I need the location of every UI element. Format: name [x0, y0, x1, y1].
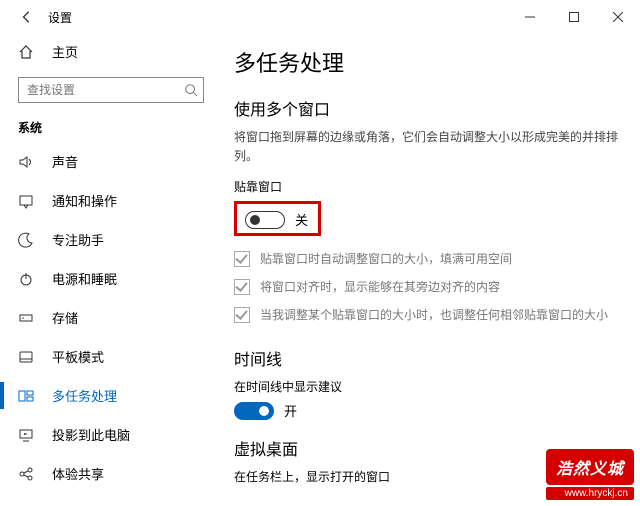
timeline-toggle[interactable]: [234, 402, 274, 420]
power-icon: [18, 271, 36, 287]
watermark-text: 浩然义城: [546, 449, 634, 485]
section-heading-timeline: 时间线: [234, 346, 620, 370]
watermark: 浩然义城 www.hryckj.cn: [546, 449, 634, 500]
back-button[interactable]: [16, 6, 38, 28]
search-icon: [184, 83, 198, 97]
sidebar-item-label: 电源和睡眠: [52, 269, 117, 288]
sidebar: 主页 系统 声音 通知和操作 专注助手 电源和睡眠: [0, 34, 230, 506]
tablet-icon: [18, 349, 36, 365]
page-title: 多任务处理: [234, 46, 620, 78]
checkbox-label: 贴靠窗口时自动调整窗口的大小，填满可用空间: [260, 250, 512, 268]
sidebar-item-notifications[interactable]: 通知和操作: [0, 181, 222, 220]
sidebar-item-label: 专注助手: [52, 230, 104, 249]
section-heading-windows: 使用多个窗口: [234, 96, 620, 120]
snap-toggle[interactable]: [245, 211, 285, 229]
sidebar-item-label: 存储: [52, 308, 78, 327]
snap-toggle-state: 关: [295, 210, 308, 229]
sidebar-item-label: 体验共享: [52, 464, 104, 483]
maximize-button[interactable]: [552, 2, 596, 32]
notification-icon: [18, 193, 36, 209]
main-content: 多任务处理 使用多个窗口 将窗口拖到屏幕的边缘或角落，它们会自动调整大小以形成完…: [230, 34, 640, 506]
sidebar-item-tablet[interactable]: 平板模式: [0, 337, 222, 376]
sidebar-item-storage[interactable]: 存储: [0, 298, 222, 337]
sidebar-item-multitasking[interactable]: 多任务处理: [0, 376, 222, 415]
checkbox-resize-fill[interactable]: [234, 251, 250, 267]
multitask-icon: [18, 388, 36, 404]
window-title: 设置: [48, 9, 72, 26]
sidebar-home-label: 主页: [52, 42, 78, 61]
sidebar-item-label: 平板模式: [52, 347, 104, 366]
checkbox-label: 将窗口对齐时，显示能够在其旁边对齐的内容: [260, 278, 500, 296]
speaker-icon: [18, 154, 36, 170]
minimize-button[interactable]: [508, 2, 552, 32]
sidebar-group-label: 系统: [0, 113, 222, 142]
sidebar-item-shared[interactable]: 体验共享: [0, 454, 222, 493]
sidebar-item-power[interactable]: 电源和睡眠: [0, 259, 222, 298]
home-icon: [18, 44, 36, 60]
highlight-annotation: 关: [234, 201, 321, 236]
section-description: 将窗口拖到屏幕的边缘或角落，它们会自动调整大小以形成完美的并排排列。: [234, 128, 620, 166]
title-bar: 设置: [0, 0, 640, 34]
share-icon: [18, 466, 36, 482]
sidebar-item-sound[interactable]: 声音: [0, 142, 222, 181]
timeline-toggle-state: 开: [284, 401, 297, 420]
sidebar-home[interactable]: 主页: [0, 34, 222, 69]
sidebar-item-projecting[interactable]: 投影到此电脑: [0, 415, 222, 454]
watermark-url: www.hryckj.cn: [546, 487, 634, 500]
close-button[interactable]: [596, 2, 640, 32]
project-icon: [18, 427, 36, 443]
checkbox-resize-adjacent[interactable]: [234, 307, 250, 323]
sidebar-item-focus[interactable]: 专注助手: [0, 220, 222, 259]
checkbox-show-beside[interactable]: [234, 279, 250, 295]
snap-label: 贴靠窗口: [234, 178, 620, 195]
search-input[interactable]: [18, 77, 204, 103]
moon-icon: [18, 232, 36, 248]
timeline-label: 在时间线中显示建议: [234, 378, 620, 395]
sidebar-item-label: 声音: [52, 152, 78, 171]
sidebar-item-label: 多任务处理: [52, 386, 117, 405]
sidebar-item-label: 通知和操作: [52, 191, 117, 210]
storage-icon: [18, 310, 36, 326]
checkbox-label: 当我调整某个贴靠窗口的大小时，也调整任何相邻贴靠窗口的大小: [260, 306, 608, 324]
sidebar-item-label: 投影到此电脑: [52, 425, 130, 444]
